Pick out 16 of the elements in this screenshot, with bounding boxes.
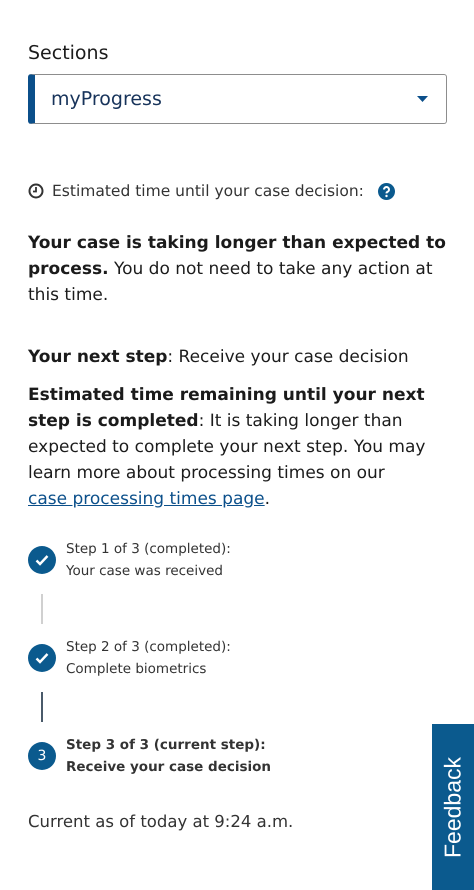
estimate-label: Estimated time until your case decision: [52,182,364,200]
status-paragraph: Your next step: Receive your case decision [28,346,410,369]
updated-time: Current as of today at 9:24 a.m. [28,812,294,831]
processing-times-link[interactable]: case processing times page [28,489,265,509]
caret-icon [417,96,428,102]
feedback-button[interactable]: Feedback [432,724,474,890]
status-paragraph: Estimated time remaining until your next step is completed: It is taking longer than expected to complete your next step. You may learn more about processing times on our case processing times page. [28,384,426,511]
clock-icon [28,183,44,199]
sections-dropdown[interactable]: myProgress [28,74,447,124]
status-paragraph: Your case is taking longer than expected to process. You do not need to take any action at this time. [28,232,447,307]
step-text: Step 3 of 3 (current step): Receive your case decision [66,736,272,777]
sections-label: Sections [28,42,110,64]
help-icon[interactable] [378,182,395,200]
step-text: Step 1 of 3 (completed): Your case was received [66,540,231,581]
step-number: 3 [28,742,56,770]
step-text: Step 2 of 3 (completed): Complete biometrics [66,638,231,679]
